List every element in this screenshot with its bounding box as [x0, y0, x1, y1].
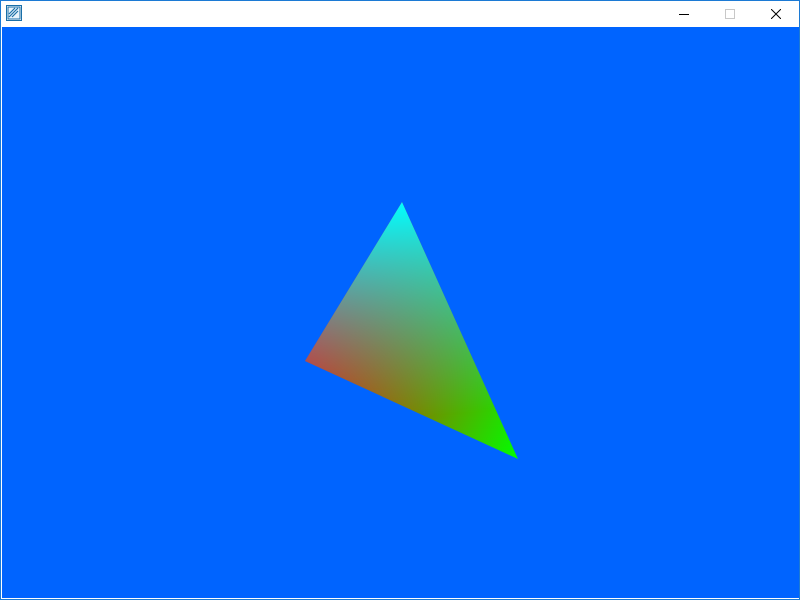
- app-window: [0, 0, 800, 600]
- close-button[interactable]: [753, 1, 799, 26]
- minimize-icon: [679, 9, 689, 19]
- colored-triangle-top-blend: [305, 202, 518, 459]
- maximize-button[interactable]: [707, 1, 753, 26]
- minimize-button[interactable]: [661, 1, 707, 26]
- close-icon: [771, 8, 781, 19]
- render-viewport[interactable]: [2, 27, 799, 598]
- render-canvas: [305, 202, 518, 459]
- title-bar[interactable]: [1, 1, 799, 26]
- app-window-icon[interactable]: [6, 5, 22, 21]
- maximize-icon: [725, 8, 735, 19]
- window-controls: [661, 1, 799, 26]
